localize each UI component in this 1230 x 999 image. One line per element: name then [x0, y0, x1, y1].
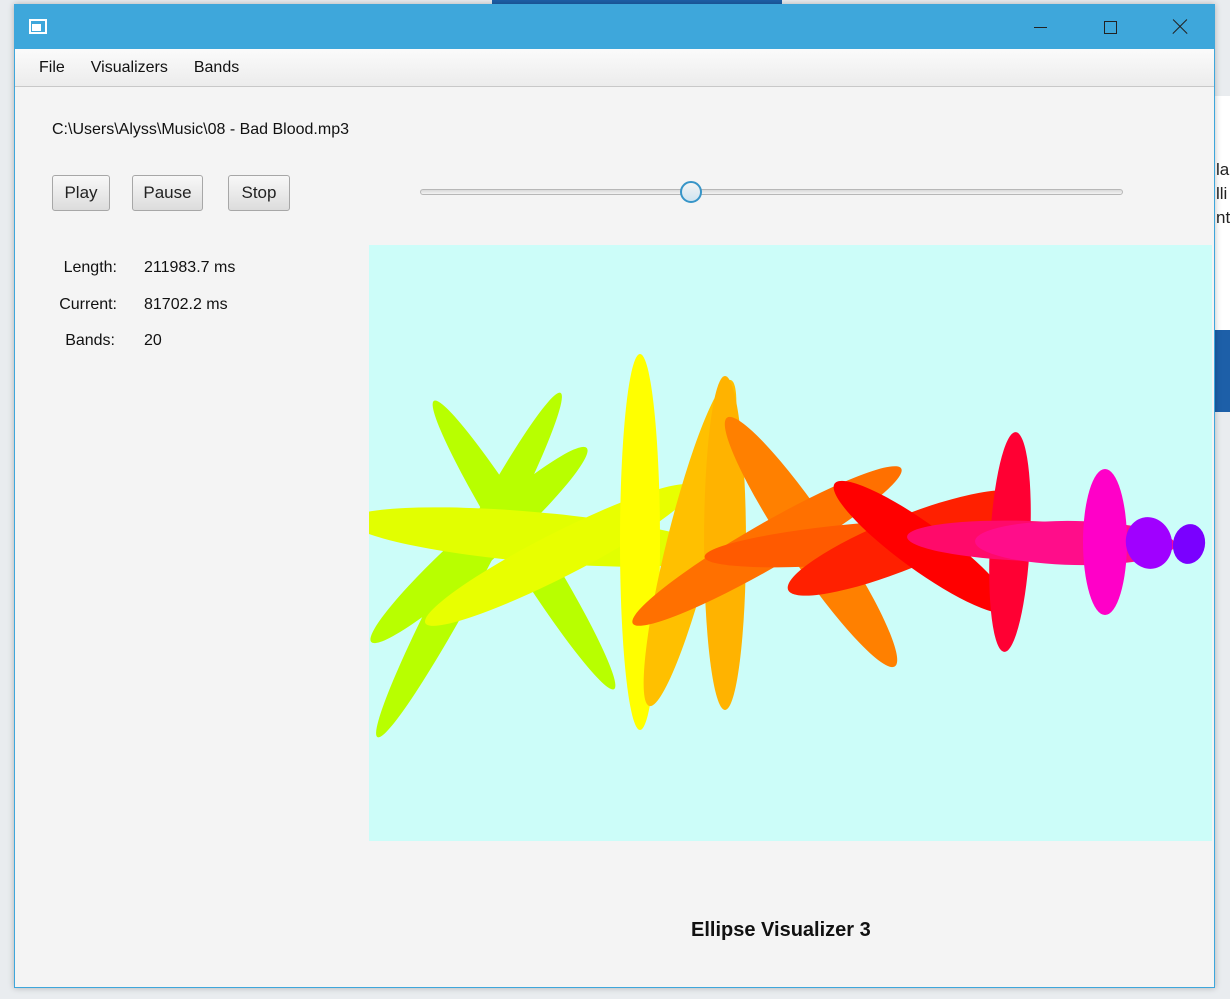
background-window-accent: [1215, 330, 1230, 412]
menu-bands[interactable]: Bands: [181, 59, 252, 77]
bands-label: Bands:: [65, 332, 115, 349]
menu-file[interactable]: File: [26, 59, 78, 77]
maximize-button[interactable]: [1075, 5, 1145, 49]
app-window: File Visualizers Bands C:\Users\Alyss\Mu…: [14, 4, 1215, 988]
play-button[interactable]: Play: [52, 175, 110, 211]
close-button[interactable]: [1145, 5, 1215, 49]
maximize-icon: [1103, 20, 1117, 34]
bands-value: 20: [144, 332, 162, 349]
background-window-text: nt: [1216, 208, 1230, 227]
app-icon: [29, 19, 47, 34]
visualizer-name-label: Ellipse Visualizer 3: [691, 919, 871, 941]
background-window-text: lli: [1216, 184, 1228, 203]
current-label: Current:: [59, 296, 117, 313]
visualizer-canvas: [369, 245, 1212, 841]
close-icon: [1172, 19, 1188, 35]
pause-button[interactable]: Pause: [132, 175, 203, 211]
menu-bar: File Visualizers Bands: [15, 49, 1214, 87]
visualizer-ellipse: [1083, 469, 1127, 615]
seek-slider-track[interactable]: [420, 189, 1123, 195]
background-window-text: la: [1216, 160, 1230, 179]
visualizer-ellipse: [1125, 517, 1173, 569]
length-label: Length:: [63, 259, 117, 276]
visualizer-ellipses: [369, 354, 1206, 738]
file-path-label: C:\Users\Alyss\Music\08 - Bad Blood.mp3: [52, 121, 349, 138]
current-value: 81702.2 ms: [144, 296, 228, 313]
visualizer-graphic: [369, 354, 1206, 738]
minimize-icon: [1033, 26, 1047, 28]
minimize-button[interactable]: [1005, 5, 1075, 49]
seek-slider[interactable]: [420, 181, 1123, 205]
menu-visualizers[interactable]: Visualizers: [78, 59, 181, 77]
visualizer-ellipse: [1172, 524, 1206, 564]
length-value: 211983.7 ms: [144, 259, 236, 276]
title-bar[interactable]: [15, 5, 1214, 49]
seek-slider-thumb[interactable]: [679, 181, 702, 203]
stop-button[interactable]: Stop: [228, 175, 290, 211]
